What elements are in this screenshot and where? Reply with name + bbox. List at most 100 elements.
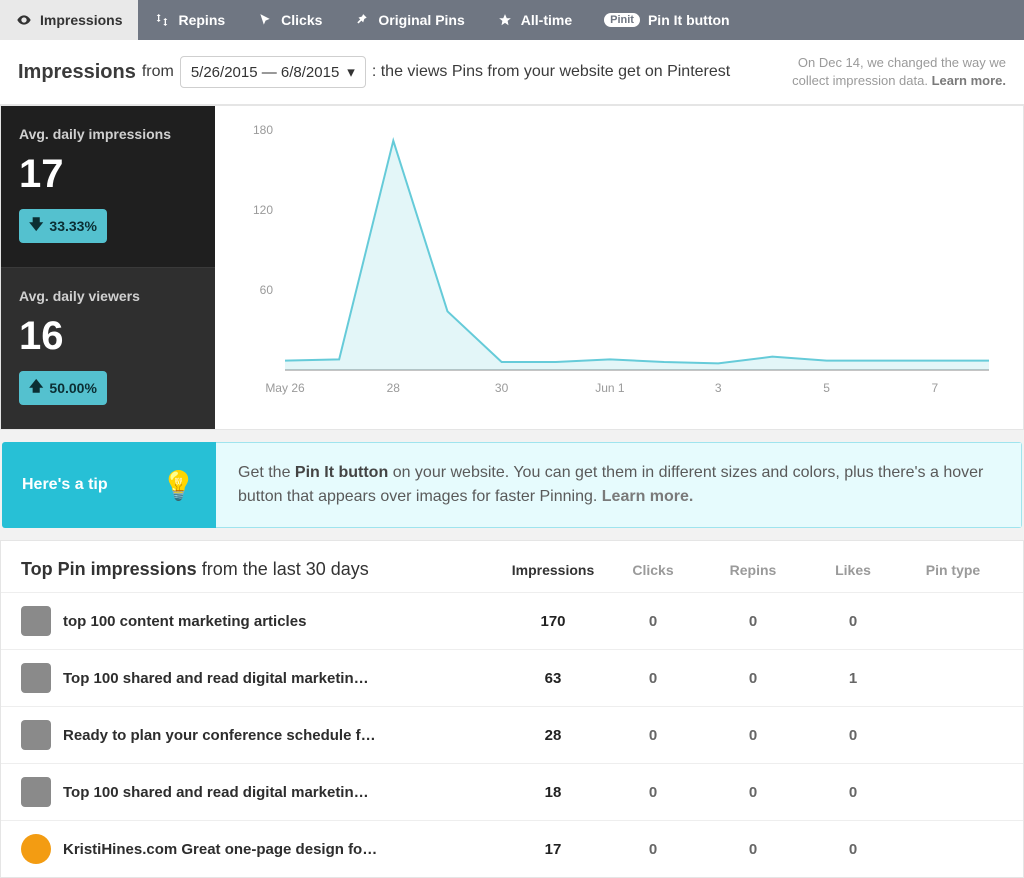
pin-title: Top 100 shared and read digital marketin… bbox=[63, 670, 369, 687]
kpi-impressions[interactable]: Avg. daily impressions 17 🡇 33.33% bbox=[1, 106, 215, 267]
table-row[interactable]: Top 100 shared and read digital marketin… bbox=[1, 649, 1023, 706]
cell-repins: 0 bbox=[703, 670, 803, 687]
subheader: Impressions from 5/26/2015 — 6/8/2015 ▾ … bbox=[0, 40, 1024, 105]
pin-title: KristiHines.com Great one-page design fo… bbox=[63, 841, 377, 858]
tip-text-1: Get the bbox=[238, 464, 295, 481]
tab-impressions[interactable]: Impressions bbox=[0, 0, 138, 40]
repin-icon bbox=[154, 12, 170, 28]
cell-repins: 0 bbox=[703, 841, 803, 858]
chart-area: 60 120 180 May 26 28 30 Jun 1 3 5 7 bbox=[215, 106, 1023, 429]
svg-text:60: 60 bbox=[260, 283, 274, 297]
tab-label: All-time bbox=[521, 12, 572, 28]
kpi-viewers[interactable]: Avg. daily viewers 16 🡅 50.00% bbox=[1, 267, 215, 429]
kpi-label: Avg. daily impressions bbox=[19, 126, 197, 142]
tab-label: Pin It button bbox=[648, 12, 730, 28]
cell-clicks: 0 bbox=[603, 613, 703, 630]
notice: On Dec 14, we changed the way we collect… bbox=[792, 54, 1006, 90]
cell-impressions: 170 bbox=[503, 613, 603, 630]
date-range-picker[interactable]: 5/26/2015 — 6/8/2015 ▾ bbox=[180, 56, 366, 88]
arrow-down-icon: 🡇 bbox=[29, 214, 43, 238]
tab-label: Repins bbox=[178, 12, 225, 28]
col-pin-type[interactable]: Pin type bbox=[903, 562, 1003, 578]
cursor-icon bbox=[257, 12, 273, 28]
cell-impressions: 18 bbox=[503, 784, 603, 801]
tip-banner: Here's a tip 💡 Get the Pin It button on … bbox=[2, 442, 1022, 528]
kpi-sidebar: Avg. daily impressions 17 🡇 33.33% Avg. … bbox=[1, 106, 215, 429]
col-impressions[interactable]: Impressions bbox=[503, 562, 603, 578]
cell-clicks: 0 bbox=[603, 841, 703, 858]
cell-repins: 0 bbox=[703, 613, 803, 630]
pinit-badge-icon: Pinit bbox=[604, 13, 640, 27]
kpi-delta-value: 33.33% bbox=[49, 218, 96, 234]
table-title-rest: from the last 30 days bbox=[202, 559, 369, 579]
analytics-tabs: Impressions Repins Clicks Original Pins … bbox=[0, 0, 1024, 40]
tip-bold: Pin It button bbox=[295, 464, 388, 481]
star-icon bbox=[497, 12, 513, 28]
cell-impressions: 17 bbox=[503, 841, 603, 858]
tab-original-pins[interactable]: Original Pins bbox=[338, 0, 480, 40]
table-row[interactable]: Ready to plan your conference schedule f… bbox=[1, 706, 1023, 763]
tab-all-time[interactable]: All-time bbox=[481, 0, 588, 40]
kpi-delta-down: 🡇 33.33% bbox=[19, 209, 107, 243]
cell-repins: 0 bbox=[703, 727, 803, 744]
arrow-up-icon: 🡅 bbox=[29, 376, 43, 400]
lightbulb-icon: 💡 bbox=[161, 469, 196, 502]
cell-clicks: 0 bbox=[603, 784, 703, 801]
from-label: from bbox=[142, 63, 174, 81]
svg-text:30: 30 bbox=[495, 381, 509, 395]
cell-pin-type bbox=[903, 670, 1003, 687]
tab-label: Impressions bbox=[40, 12, 122, 28]
svg-text:5: 5 bbox=[823, 381, 830, 395]
tab-pinit-button[interactable]: Pinit Pin It button bbox=[588, 0, 746, 40]
page-title: Impressions bbox=[18, 61, 136, 84]
col-clicks[interactable]: Clicks bbox=[603, 562, 703, 578]
table-row[interactable]: Top 100 shared and read digital marketin… bbox=[1, 763, 1023, 820]
svg-text:7: 7 bbox=[932, 381, 939, 395]
notice-line1: On Dec 14, we changed the way we bbox=[792, 54, 1006, 72]
svg-text:May 26: May 26 bbox=[265, 381, 305, 395]
col-repins[interactable]: Repins bbox=[703, 562, 803, 578]
pin-title: Top 100 shared and read digital marketin… bbox=[63, 784, 369, 801]
tab-label: Clicks bbox=[281, 12, 322, 28]
tip-learn-more-link[interactable]: Learn more. bbox=[602, 488, 694, 505]
kpi-delta-up: 🡅 50.00% bbox=[19, 371, 107, 405]
pin-thumbnail bbox=[21, 777, 51, 807]
kpi-chart-panel: Avg. daily impressions 17 🡇 33.33% Avg. … bbox=[0, 105, 1024, 430]
cell-likes: 0 bbox=[803, 727, 903, 744]
svg-text:3: 3 bbox=[715, 381, 722, 395]
chevron-down-icon: ▾ bbox=[347, 63, 355, 81]
table-row[interactable]: KristiHines.com Great one-page design fo… bbox=[1, 820, 1023, 877]
pin-thumbnail bbox=[21, 663, 51, 693]
cell-pin-type bbox=[903, 727, 1003, 744]
learn-more-link[interactable]: Learn more. bbox=[932, 73, 1006, 88]
eye-icon bbox=[16, 12, 32, 28]
cell-impressions: 28 bbox=[503, 727, 603, 744]
svg-text:120: 120 bbox=[253, 203, 273, 217]
pin-icon bbox=[354, 12, 370, 28]
cell-likes: 0 bbox=[803, 784, 903, 801]
date-range-value: 5/26/2015 — 6/8/2015 bbox=[191, 64, 339, 81]
pin-title: top 100 content marketing articles bbox=[63, 613, 306, 630]
page-description: : the views Pins from your website get o… bbox=[372, 63, 730, 81]
kpi-value: 16 bbox=[19, 314, 197, 359]
pin-thumbnail bbox=[21, 720, 51, 750]
table-title-bold: Top Pin impressions bbox=[21, 559, 197, 579]
col-likes[interactable]: Likes bbox=[803, 562, 903, 578]
svg-text:Jun 1: Jun 1 bbox=[595, 381, 625, 395]
cell-pin-type bbox=[903, 841, 1003, 858]
cell-clicks: 0 bbox=[603, 670, 703, 687]
tab-repins[interactable]: Repins bbox=[138, 0, 241, 40]
tab-clicks[interactable]: Clicks bbox=[241, 0, 338, 40]
kpi-delta-value: 50.00% bbox=[49, 380, 96, 396]
kpi-value: 17 bbox=[19, 152, 197, 197]
table-row[interactable]: top 100 content marketing articles170000 bbox=[1, 592, 1023, 649]
cell-likes: 1 bbox=[803, 670, 903, 687]
cell-likes: 0 bbox=[803, 613, 903, 630]
cell-repins: 0 bbox=[703, 784, 803, 801]
pin-title: Ready to plan your conference schedule f… bbox=[63, 727, 376, 744]
tip-heading: Here's a tip bbox=[22, 476, 108, 494]
svg-text:28: 28 bbox=[387, 381, 401, 395]
cell-impressions: 63 bbox=[503, 670, 603, 687]
svg-text:180: 180 bbox=[253, 123, 273, 137]
cell-likes: 0 bbox=[803, 841, 903, 858]
